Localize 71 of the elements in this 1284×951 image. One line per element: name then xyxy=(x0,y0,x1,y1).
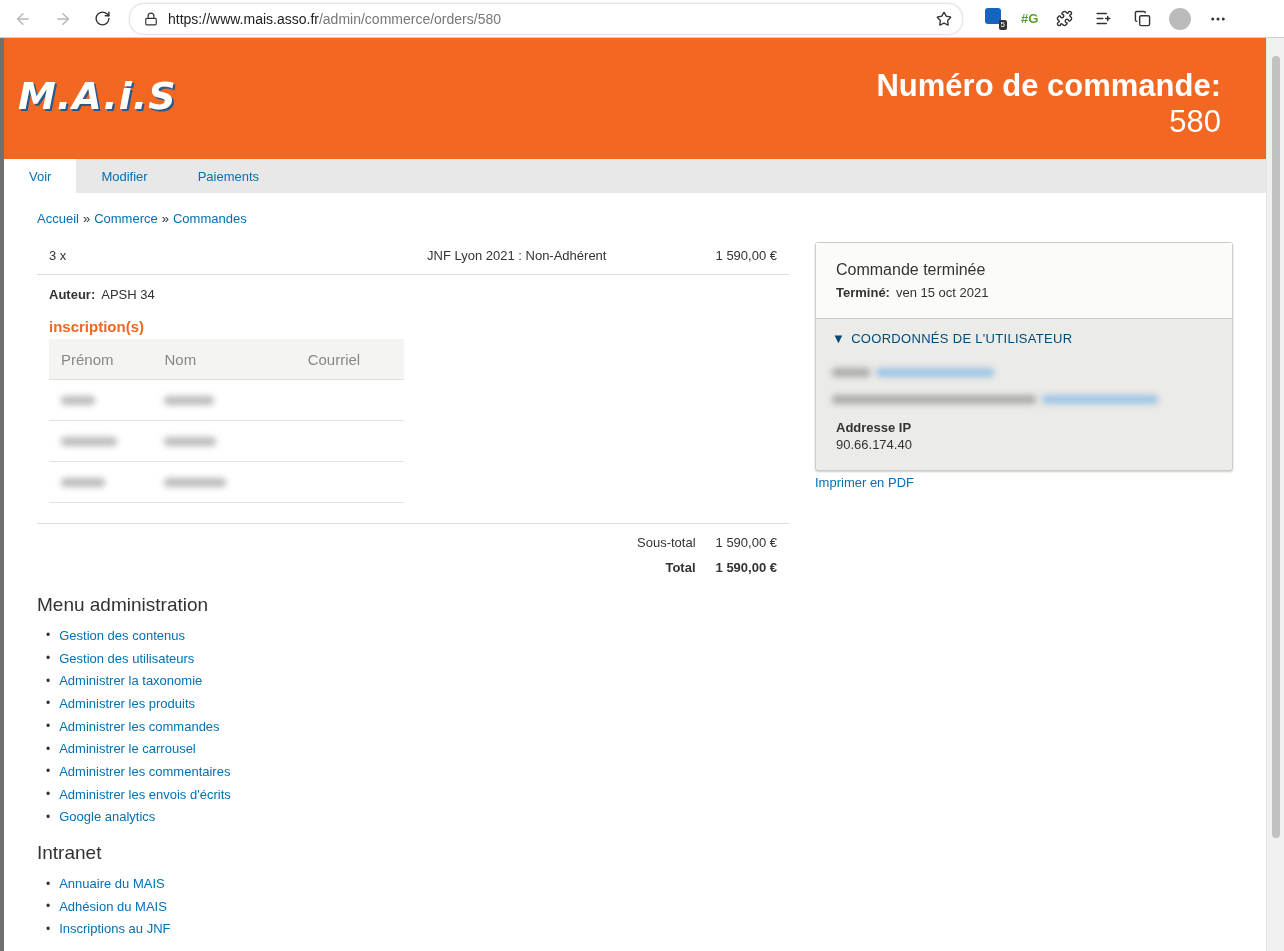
bullet: • xyxy=(45,628,51,643)
breadcrumb-separator: » xyxy=(82,211,91,226)
favorite-add-icon[interactable] xyxy=(936,10,952,27)
bullet: • xyxy=(45,764,51,779)
extension-icon[interactable] xyxy=(985,7,1001,24)
bullet: • xyxy=(45,809,51,824)
total-value: 1 590,00 € xyxy=(715,535,777,550)
breadcrumb-link[interactable]: Commandes xyxy=(172,211,247,226)
column-header: Courriel xyxy=(263,339,404,380)
tab[interactable]: Paiements xyxy=(172,159,285,193)
menu-link[interactable]: Gestion des utilisateurs xyxy=(59,650,195,666)
extension-badge: 5 xyxy=(998,19,1007,30)
column-header: Prénom xyxy=(49,339,153,380)
tab[interactable]: Modifier xyxy=(76,159,173,193)
menu-link[interactable]: Administrer les produits xyxy=(59,695,196,711)
address-bar[interactable]: https://www.mais.asso.fr/admin/commerce/orders/580 xyxy=(129,2,963,35)
section-title: inscription(s) xyxy=(49,318,145,335)
menu-link[interactable]: Administrer le carrousel xyxy=(59,741,196,757)
redacted-text xyxy=(61,436,117,446)
menu-title: Menu administration xyxy=(37,594,210,616)
scrollbar-thumb[interactable] xyxy=(1271,56,1280,838)
redacted-text xyxy=(61,395,95,405)
author-value: APSH 34 xyxy=(101,287,155,302)
menu-link[interactable]: Gestion des contenus xyxy=(59,627,185,643)
total-value: 1 590,00 € xyxy=(715,560,777,575)
page-title: Numéro de commande: xyxy=(876,67,1221,104)
bullet: • xyxy=(45,651,51,666)
print-pdf-link[interactable]: Imprimer en PDF xyxy=(815,475,914,490)
redacted-text xyxy=(164,477,227,487)
menu-link[interactable]: Administrer les commandes xyxy=(59,718,220,734)
lock-icon xyxy=(144,11,158,26)
bullet: • xyxy=(45,876,51,891)
bullet: • xyxy=(45,787,51,802)
bullet: • xyxy=(45,741,51,756)
total-label: Total xyxy=(665,560,696,575)
total-label: Sous-total xyxy=(637,535,696,550)
completed-date: ven 15 oct 2021 xyxy=(895,285,989,300)
bullet: • xyxy=(45,673,51,688)
menu-link[interactable]: Administrer les envois d'écrits xyxy=(59,786,231,802)
order-number: 580 xyxy=(1168,103,1221,140)
breadcrumb-link[interactable]: Accueil xyxy=(37,211,79,226)
tab[interactable]: Voir xyxy=(4,159,77,193)
site-logo[interactable]: M.A.i.S xyxy=(18,73,177,118)
menu-link[interactable]: Administrer les commentaires xyxy=(59,763,231,779)
redacted-text xyxy=(832,368,870,377)
column-header: Nom xyxy=(152,339,264,380)
section-toggle[interactable]: ▼ COORDONNÉS DE L'UTILISATEUR xyxy=(832,331,1216,346)
breadcrumb-separator: » xyxy=(161,211,169,226)
menu-link[interactable]: Administrer la taxonomie xyxy=(59,673,203,689)
menu-link[interactable]: Google analytics xyxy=(59,809,156,825)
completed-label: Terminé: xyxy=(836,285,890,300)
redacted-text xyxy=(164,395,215,405)
ip-value: 90.66.174.40 xyxy=(836,437,913,452)
breadcrumb-link[interactable]: Commerce xyxy=(94,211,158,226)
item-quantity: 3 x xyxy=(49,247,68,263)
bullet: • xyxy=(45,696,51,711)
author-label: Auteur: xyxy=(49,287,96,302)
menu-link[interactable]: Adhésion du MAIS xyxy=(59,898,167,914)
card-title: Commande terminée xyxy=(836,261,987,279)
bullet: • xyxy=(45,921,51,936)
item-title: JNF Lyon 2021 : Non-Adhérent xyxy=(427,247,608,263)
bullet: • xyxy=(45,899,51,914)
menu-title: Intranet xyxy=(37,842,103,865)
menu-link[interactable]: Inscriptions au JNF xyxy=(59,921,171,937)
bullet: • xyxy=(45,719,51,734)
extension-icon[interactable]: #G xyxy=(1021,11,1039,26)
menu-link[interactable]: Annuaire du MAIS xyxy=(59,876,165,892)
redacted-text xyxy=(61,477,105,487)
redacted-text xyxy=(164,436,217,446)
item-price: 1 590,00 € xyxy=(715,247,777,263)
ip-label: Addresse IP xyxy=(836,420,913,435)
